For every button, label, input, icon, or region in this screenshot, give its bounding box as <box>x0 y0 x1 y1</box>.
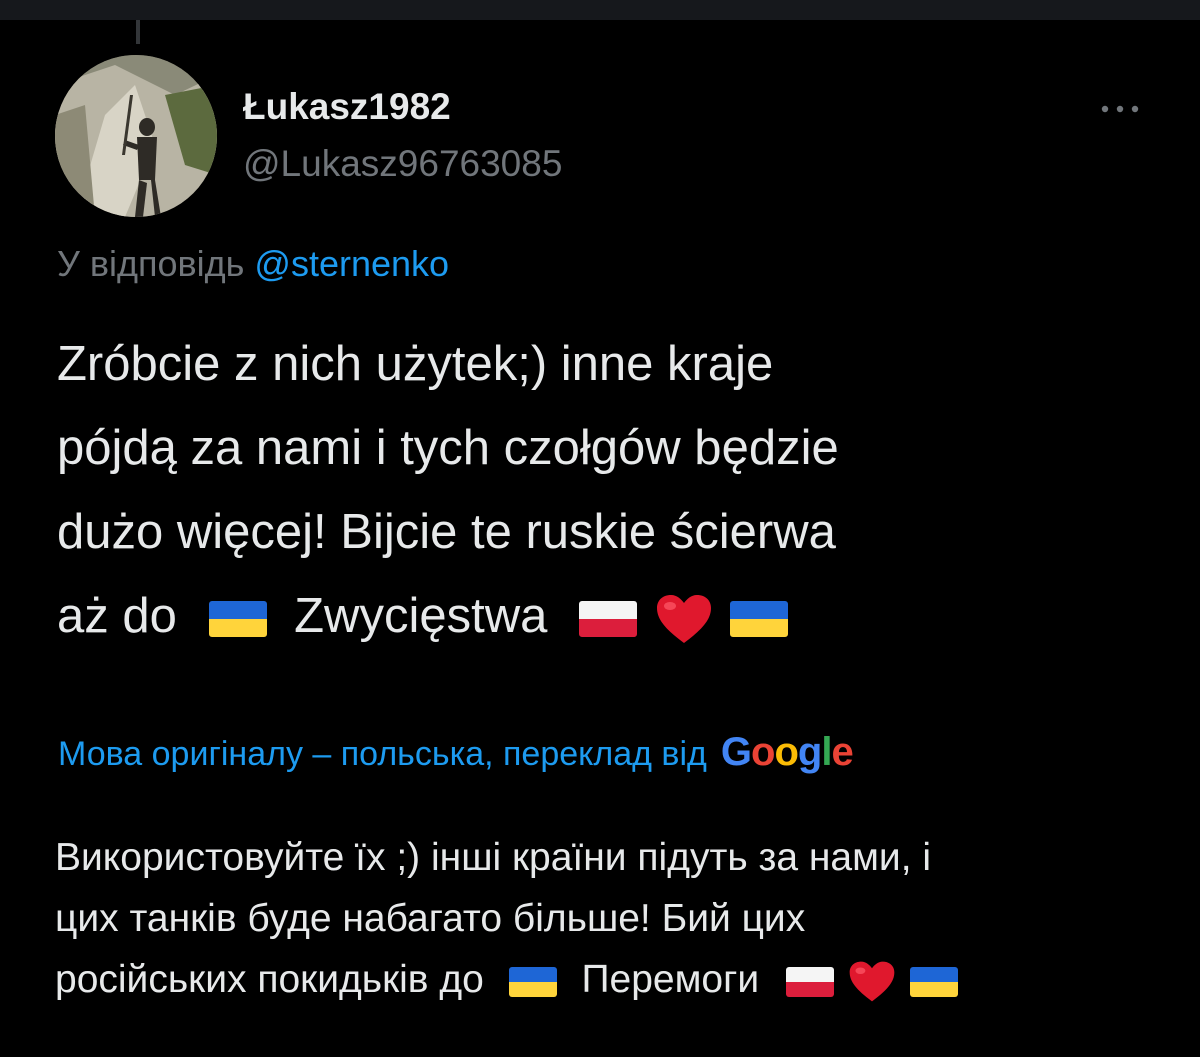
translation-note: Мова оригіналу – польська, переклад від <box>58 735 707 773</box>
flag-poland-icon <box>578 601 637 638</box>
more-horizontal-icon <box>1101 105 1139 113</box>
thread-connector-line <box>136 20 140 44</box>
google-logo: Google <box>720 730 854 774</box>
tweet-text-line: pójdą za nami i tych czołgów będzie <box>57 421 839 475</box>
red-heart-icon <box>849 961 895 1002</box>
translated-text-fragment: російських покидьків до <box>55 958 484 1001</box>
tweet-text-line: Zróbcie z nich użytek;) inne kraje <box>57 337 774 391</box>
reply-mention-link[interactable]: @sternenko <box>254 243 449 284</box>
more-options-button[interactable] <box>1095 92 1145 126</box>
tweet-text-fragment: aż do <box>57 589 177 643</box>
reply-prefix: У відповідь <box>57 243 245 284</box>
flag-ukraine-icon <box>208 601 267 638</box>
translated-text-line: Використовуйте їх ;) інші країни підуть … <box>55 836 932 879</box>
avatar-photo <box>55 55 217 217</box>
reply-context: У відповідь @sternenko <box>57 243 449 285</box>
translated-text: Використовуйте їх ;) інші країни підуть … <box>55 827 1175 1010</box>
top-strip <box>0 0 1200 20</box>
flag-ukraine-icon <box>730 601 789 638</box>
user-handle[interactable]: @Lukasz96763085 <box>243 143 562 185</box>
tweet-text: Zróbcie z nich użytek;) inne kraje pójdą… <box>57 322 1167 658</box>
translated-text-line: цих танків буде набагато більше! Бий цих <box>55 897 806 940</box>
tweet-text-line: dużo więcej! Bijcie te ruskie ścierwa <box>57 505 836 559</box>
translated-text-fragment: Перемоги <box>581 958 760 1001</box>
translation-attribution[interactable]: Мова оригіналу – польська, переклад від … <box>58 730 854 775</box>
flag-ukraine-icon <box>909 966 958 997</box>
translated-text-line-with-flag: російських покидьків до Перемоги <box>55 949 1175 1010</box>
red-heart-icon <box>656 595 711 644</box>
flag-ukraine-icon <box>508 966 557 997</box>
display-name[interactable]: Łukasz1982 <box>243 86 451 128</box>
tweet-text-fragment: Zwycięstwa <box>294 589 548 643</box>
flag-poland-icon <box>785 966 834 997</box>
tweet-text-line-last: aż do Zwycięstwa <box>57 574 1167 658</box>
avatar[interactable] <box>55 55 217 217</box>
